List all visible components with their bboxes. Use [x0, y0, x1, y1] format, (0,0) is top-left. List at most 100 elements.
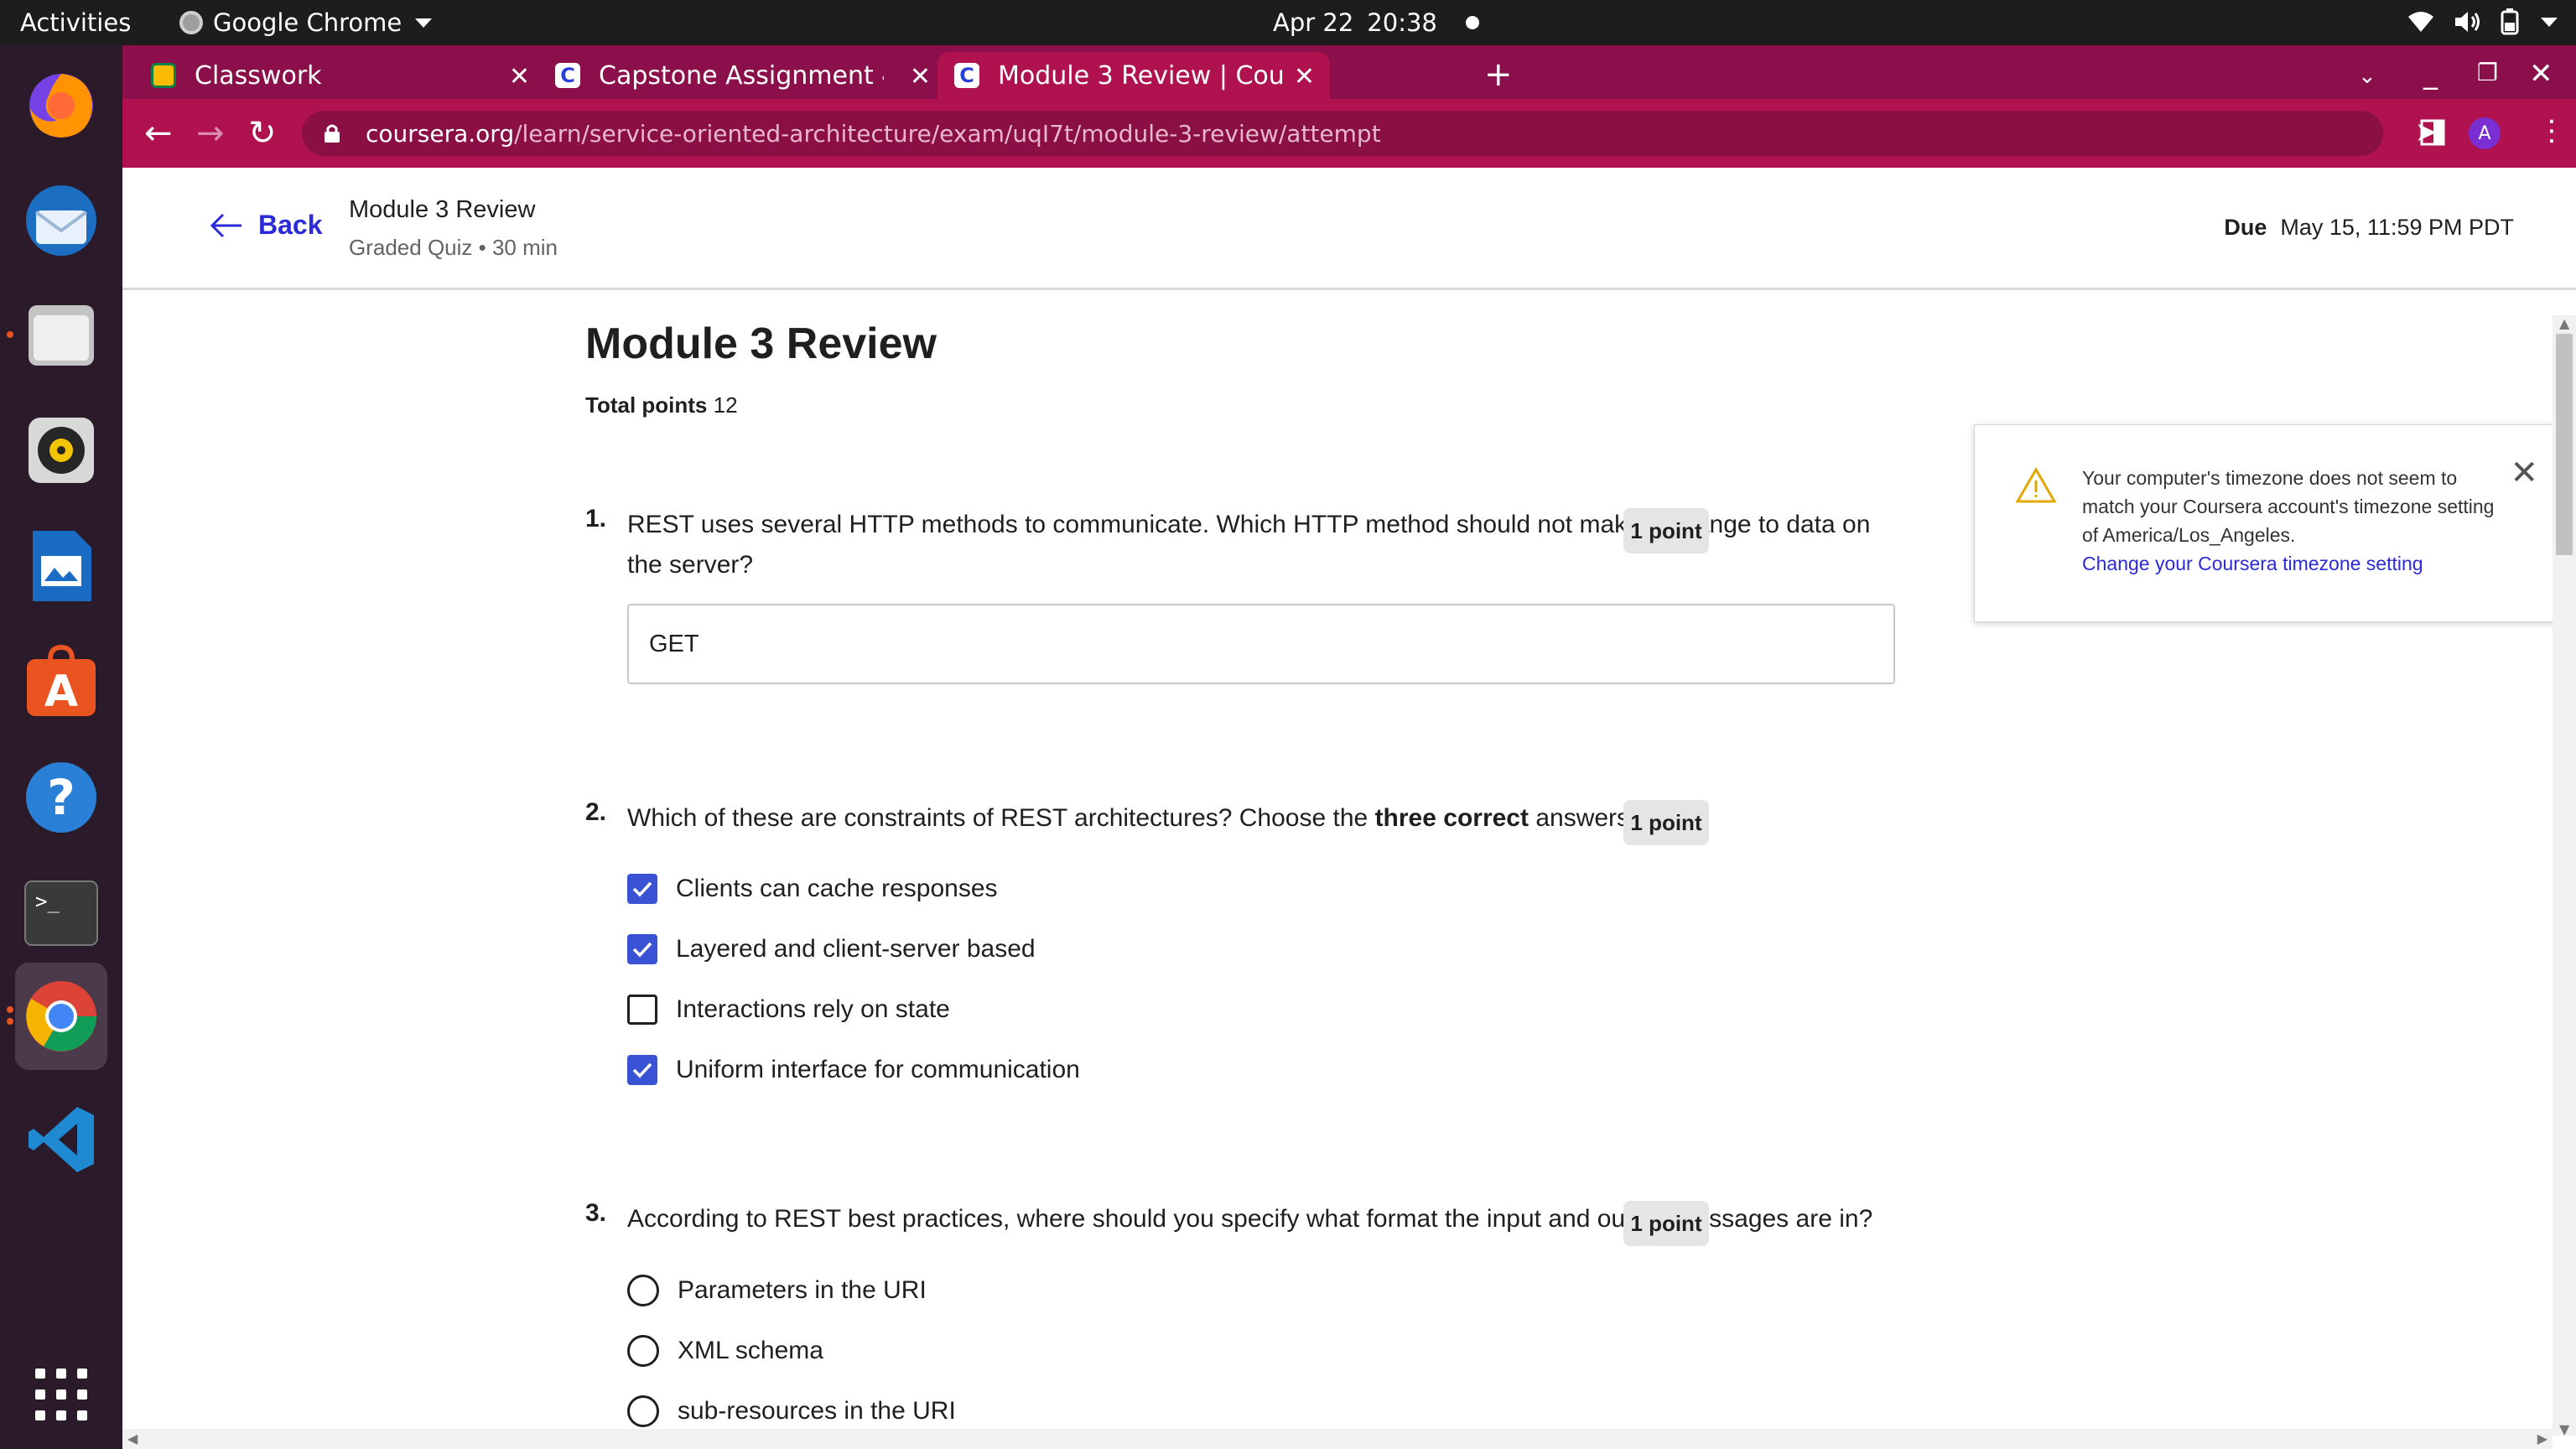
notification-dot	[1465, 16, 1479, 29]
radio-button[interactable]	[627, 1395, 659, 1427]
profile-avatar[interactable]: A	[2469, 117, 2501, 149]
notification-text: Your computer's timezone does not seem t…	[2082, 467, 2495, 546]
coursera-icon: C	[954, 63, 979, 88]
question-number: 1.	[585, 505, 607, 532]
system-tray[interactable]	[2407, 8, 2558, 35]
rhythmbox-icon[interactable]	[15, 404, 107, 496]
question-text: REST uses several HTTP methods to commun…	[627, 511, 1871, 579]
clock[interactable]: Apr 22 20:38	[1273, 8, 1479, 37]
option-checkbox[interactable]: Clients can cache responses	[627, 874, 998, 904]
option-checkbox[interactable]: Uniform interface for communication	[627, 1055, 1080, 1085]
new-tab-button[interactable]: +	[1484, 55, 1513, 94]
question-1: 1. REST uses several HTTP methods to com…	[585, 505, 2011, 723]
option-label: XML schema	[678, 1337, 823, 1364]
option-label: Interactions rely on state	[676, 995, 950, 1023]
chevron-down-icon	[2541, 17, 2558, 27]
checkbox-checked-icon[interactable]	[627, 934, 657, 964]
restore-icon[interactable]: ❐	[2477, 59, 2498, 86]
radio-button[interactable]	[627, 1335, 659, 1367]
checkbox-unchecked-icon[interactable]	[627, 995, 657, 1025]
terminal-icon[interactable]: >_	[15, 867, 107, 959]
total-points: Total points 12	[585, 392, 738, 418]
checkbox-checked-icon[interactable]	[627, 874, 657, 904]
close-icon[interactable]: ✕	[2510, 454, 2538, 492]
side-panel-icon[interactable]	[2420, 119, 2445, 146]
option-radio[interactable]: sub-resources in the URI	[627, 1395, 956, 1427]
tab-search-icon[interactable]: ⌄	[2358, 64, 2376, 89]
tab-capstone-assignment[interactable]: C Capstone Assignment 4.2 ✕	[555, 52, 946, 99]
activities-button[interactable]: Activities	[20, 8, 131, 37]
page-title: Module 3 Review	[585, 319, 937, 368]
question-text: Which of these are constraints of REST a…	[627, 798, 1919, 839]
tab-module-3-review[interactable]: C Module 3 Review | Coursera ✕	[937, 52, 1330, 99]
option-label: Uniform interface for communication	[676, 1056, 1080, 1083]
forward-arrow-icon[interactable]: →	[196, 114, 225, 153]
quiz-name: Module 3 Review	[349, 196, 536, 223]
horizontal-scrollbar[interactable]: ◀ ▶	[122, 1429, 2553, 1449]
more-menu-icon[interactable]: ⋮	[2537, 114, 2566, 148]
close-tab-icon[interactable]: ✕	[1294, 62, 1315, 91]
quiz-meta: Graded Quiz • 30 min	[349, 235, 558, 260]
total-points-value: 12	[713, 392, 738, 418]
app-center-icon[interactable]: A	[15, 636, 107, 728]
minimize-icon[interactable]: _	[2423, 57, 2438, 91]
close-window-icon[interactable]: ✕	[2529, 57, 2553, 91]
wifi-icon	[2408, 12, 2433, 32]
quiz-content: Module 3 Review Total points 12 1. REST …	[122, 290, 2576, 1449]
scroll-right-icon[interactable]: ▶	[2537, 1431, 2547, 1446]
radio-button[interactable]	[627, 1275, 659, 1306]
question-text: According to REST best practices, where …	[627, 1205, 1873, 1233]
app-grid-icon[interactable]	[15, 1348, 107, 1441]
scroll-left-icon[interactable]: ◀	[127, 1431, 138, 1446]
url-host: coursera.org	[366, 119, 515, 148]
back-arrow-icon[interactable]: ←	[144, 114, 173, 153]
option-label: Layered and client-server based	[676, 935, 1036, 963]
tab-strip: Classwork ✕ C Capstone Assignment 4.2 ✕ …	[122, 45, 2576, 99]
change-timezone-link[interactable]: Change your Coursera timezone setting	[2082, 553, 2423, 574]
vertical-scrollbar[interactable]: ▲ ▼	[2553, 315, 2576, 1437]
checkbox-checked-icon[interactable]	[627, 1055, 657, 1085]
option-radio[interactable]: Parameters in the URI	[627, 1275, 927, 1306]
svg-text:?: ?	[47, 769, 75, 826]
tab-title: Module 3 Review | Coursera	[998, 60, 1283, 91]
option-checkbox[interactable]: Interactions rely on state	[627, 995, 950, 1025]
chrome-icon[interactable]	[7, 963, 107, 1070]
vscode-icon[interactable]	[15, 1093, 107, 1186]
close-tab-icon[interactable]: ✕	[910, 62, 931, 91]
battery-icon	[2501, 8, 2519, 35]
scroll-up-icon[interactable]: ▲	[2559, 315, 2569, 331]
app-menu[interactable]: Google Chrome	[179, 8, 433, 37]
firefox-icon[interactable]	[15, 57, 107, 149]
question-2: 2. Which of these are constraints of RES…	[585, 798, 2011, 1134]
question-text-emphasis: three correct	[1374, 804, 1529, 832]
timezone-notification: Your computer's timezone does not seem t…	[1974, 424, 2561, 622]
scroll-down-icon[interactable]: ▼	[2559, 1421, 2569, 1437]
due-date: Due May 15, 11:59 PM PDT	[2224, 215, 2514, 241]
files-icon[interactable]	[7, 288, 107, 381]
tab-classwork[interactable]: Classwork ✕	[151, 52, 545, 99]
tab-title: Classwork	[195, 60, 322, 91]
quiz-header: Back Module 3 Review Graded Quiz • 30 mi…	[122, 168, 2576, 290]
reload-icon[interactable]: ↻	[248, 114, 277, 153]
due-value: May 15, 11:59 PM PDT	[2280, 215, 2514, 240]
web-page: Back Module 3 Review Graded Quiz • 30 mi…	[122, 168, 2576, 1449]
arrow-left-icon	[210, 213, 242, 237]
notification-message: Your computer's timezone does not seem t…	[2082, 464, 2501, 578]
writer-icon[interactable]	[15, 520, 107, 612]
clock-time: 20:38	[1367, 8, 1437, 37]
total-points-label: Total points	[585, 392, 708, 418]
option-checkbox[interactable]: Layered and client-server based	[627, 934, 1036, 964]
thunderbird-icon[interactable]	[15, 174, 107, 267]
help-icon[interactable]: ?	[15, 751, 107, 844]
question-text-part: answers.	[1528, 804, 1637, 832]
address-bar[interactable]: coursera.org/learn/service-oriented-arch…	[302, 111, 2495, 156]
dock: A ? >_	[0, 45, 122, 1449]
answer-input[interactable]: GET	[627, 604, 1895, 684]
tab-title: Capstone Assignment 4.2	[599, 60, 884, 91]
close-tab-icon[interactable]: ✕	[509, 62, 530, 91]
back-button[interactable]: Back	[210, 210, 323, 241]
scrollbar-thumb[interactable]	[2556, 334, 2573, 555]
app-menu-label: Google Chrome	[213, 8, 402, 37]
option-radio[interactable]: XML schema	[627, 1335, 823, 1367]
back-label: Back	[258, 210, 323, 240]
